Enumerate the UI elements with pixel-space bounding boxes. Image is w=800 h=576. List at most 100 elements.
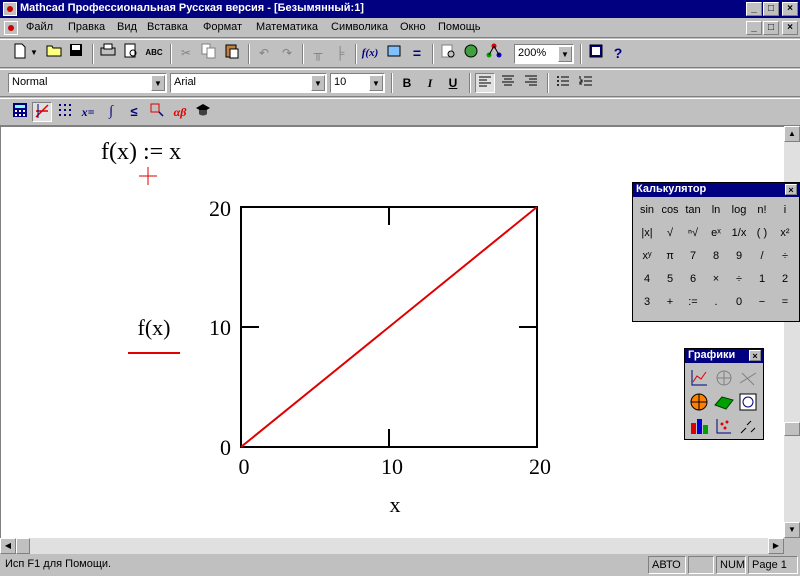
calculator-key[interactable]: 2 bbox=[774, 269, 796, 289]
y-axis-label[interactable]: f(x) bbox=[138, 315, 171, 340]
paste-icon[interactable] bbox=[222, 43, 242, 63]
minimize-button[interactable]: _ bbox=[746, 2, 762, 16]
doc-close-button[interactable]: × bbox=[782, 21, 798, 35]
menu-help[interactable]: Помощь bbox=[438, 21, 481, 33]
menu-symbolics[interactable]: Символика bbox=[331, 21, 388, 33]
calculator-key[interactable]: ÷ bbox=[728, 269, 750, 289]
help-book-icon[interactable] bbox=[586, 43, 606, 63]
calculator-key[interactable]: 3 bbox=[636, 292, 658, 312]
vector-field-icon[interactable] bbox=[737, 415, 759, 437]
calculator-key[interactable]: 1 bbox=[751, 269, 773, 289]
numbered-list-button[interactable] bbox=[576, 73, 596, 93]
align-right-button[interactable] bbox=[521, 73, 541, 93]
programming-toolbar-icon[interactable] bbox=[147, 102, 167, 122]
print-icon[interactable] bbox=[98, 43, 118, 63]
close-button[interactable]: × bbox=[782, 2, 798, 16]
redo-icon[interactable]: ↷ bbox=[277, 43, 297, 63]
calculator-key[interactable]: 5 bbox=[659, 269, 681, 289]
chevron-down-icon[interactable]: ▼ bbox=[369, 75, 383, 91]
menu-edit[interactable]: Правка bbox=[68, 21, 105, 33]
scroll-up-button[interactable]: ▲ bbox=[784, 126, 800, 142]
save-icon[interactable] bbox=[66, 43, 86, 63]
calculator-title-bar[interactable]: Калькулятор × bbox=[633, 183, 799, 197]
style-select[interactable]: Normal ▼ bbox=[8, 73, 167, 93]
document-icon[interactable] bbox=[4, 21, 18, 35]
calculator-key[interactable]: i bbox=[774, 200, 796, 220]
graphs-title-bar[interactable]: Графики × bbox=[685, 349, 763, 363]
insert-hyperlink-icon[interactable] bbox=[438, 43, 458, 63]
italic-button[interactable]: I bbox=[420, 73, 440, 93]
boolean-toolbar-icon[interactable]: ≤ bbox=[124, 102, 144, 122]
doc-minimize-button[interactable]: _ bbox=[746, 21, 762, 35]
graph-toolbar-icon[interactable] bbox=[32, 102, 52, 122]
chevron-down-icon[interactable]: ▼ bbox=[558, 46, 572, 62]
menu-format[interactable]: Формат bbox=[203, 21, 242, 33]
undo-icon[interactable]: ↶ bbox=[254, 43, 274, 63]
3d-scatter-icon[interactable] bbox=[713, 415, 735, 437]
symbolic-toolbar-icon[interactable] bbox=[193, 102, 213, 122]
xy-plot-icon[interactable] bbox=[688, 367, 710, 389]
calculator-key[interactable]: × bbox=[705, 269, 727, 289]
calculator-key[interactable]: sin bbox=[636, 200, 658, 220]
scroll-left-button[interactable]: ◀ bbox=[0, 538, 16, 554]
chevron-down-icon[interactable]: ▼ bbox=[311, 75, 325, 91]
surface-plot-icon[interactable] bbox=[737, 367, 759, 389]
calculator-key[interactable]: 8 bbox=[705, 246, 727, 266]
insert-function-icon[interactable]: f(x) bbox=[360, 43, 380, 63]
calculator-key[interactable]: + bbox=[659, 292, 681, 312]
insert-component-icon[interactable] bbox=[461, 43, 481, 63]
polar-plot-icon[interactable] bbox=[713, 367, 735, 389]
calculator-key[interactable]: ÷ bbox=[774, 246, 796, 266]
scroll-right-button[interactable]: ▶ bbox=[768, 538, 784, 554]
zoom-select[interactable]: 200% ▼ bbox=[514, 44, 574, 64]
evaluation-toolbar-icon[interactable]: x= bbox=[78, 102, 98, 122]
calculator-key[interactable]: = bbox=[774, 292, 796, 312]
new-file-icon[interactable] bbox=[10, 43, 30, 63]
print-preview-icon[interactable] bbox=[121, 43, 141, 63]
menu-window[interactable]: Окно bbox=[400, 21, 426, 33]
align-down-icon[interactable]: ╞ bbox=[330, 43, 350, 63]
bullet-list-button[interactable] bbox=[553, 73, 573, 93]
copy-icon[interactable] bbox=[199, 43, 219, 63]
3d-bar-icon[interactable] bbox=[688, 415, 710, 437]
insert-unit-icon[interactable] bbox=[384, 43, 404, 63]
horizontal-scrollbar[interactable]: ◀ ▶ bbox=[0, 538, 784, 554]
spellcheck-icon[interactable]: ABC bbox=[144, 43, 164, 63]
menu-math[interactable]: Математика bbox=[256, 21, 318, 33]
calculator-key[interactable]: n! bbox=[751, 200, 773, 220]
calculator-toolbar-icon[interactable] bbox=[10, 102, 30, 122]
close-icon[interactable]: × bbox=[749, 350, 761, 361]
menu-file[interactable]: Файл bbox=[26, 21, 53, 33]
calculator-key[interactable]: 7 bbox=[682, 246, 704, 266]
calculator-palette[interactable]: Калькулятор × sin cos tan ln log n! i |x| √ ⁿ√ eˣ 1… bbox=[632, 182, 800, 322]
calculator-key[interactable]: log bbox=[728, 200, 750, 220]
app-icon[interactable] bbox=[3, 2, 17, 16]
calculator-key[interactable]: ⁿ√ bbox=[682, 223, 704, 243]
open-folder-icon[interactable] bbox=[44, 43, 64, 63]
calculator-key[interactable]: |x| bbox=[636, 223, 658, 243]
calculator-key[interactable]: / bbox=[751, 246, 773, 266]
align-left-button[interactable] bbox=[475, 73, 495, 93]
calculator-key[interactable]: xʸ bbox=[636, 246, 658, 266]
new-dropdown-icon[interactable]: ▼ bbox=[29, 43, 39, 63]
doc-restore-button[interactable]: □ bbox=[763, 21, 779, 35]
graphs-palette[interactable]: Графики × bbox=[684, 348, 764, 440]
3d-surface-icon[interactable] bbox=[713, 391, 735, 413]
calculator-key[interactable]: . bbox=[705, 292, 727, 312]
calculator-key[interactable]: − bbox=[751, 292, 773, 312]
calculator-key[interactable]: 6 bbox=[682, 269, 704, 289]
calculator-key[interactable]: 0 bbox=[728, 292, 750, 312]
calculator-key[interactable]: eˣ bbox=[705, 223, 727, 243]
polar-grid-icon[interactable] bbox=[688, 391, 710, 413]
close-icon[interactable]: × bbox=[785, 184, 797, 195]
chevron-down-icon[interactable]: ▼ bbox=[151, 75, 165, 91]
x-axis-label[interactable]: x bbox=[390, 492, 401, 517]
matrix-toolbar-icon[interactable] bbox=[55, 102, 75, 122]
contour-plot-icon[interactable] bbox=[737, 391, 759, 413]
vertical-scroll-thumb[interactable] bbox=[784, 422, 800, 436]
calculator-key[interactable]: 4 bbox=[636, 269, 658, 289]
horizontal-scroll-thumb[interactable] bbox=[16, 538, 30, 554]
greek-toolbar-icon[interactable]: αβ bbox=[170, 102, 190, 122]
calculator-key[interactable]: π bbox=[659, 246, 681, 266]
menu-view[interactable]: Вид bbox=[117, 21, 137, 33]
